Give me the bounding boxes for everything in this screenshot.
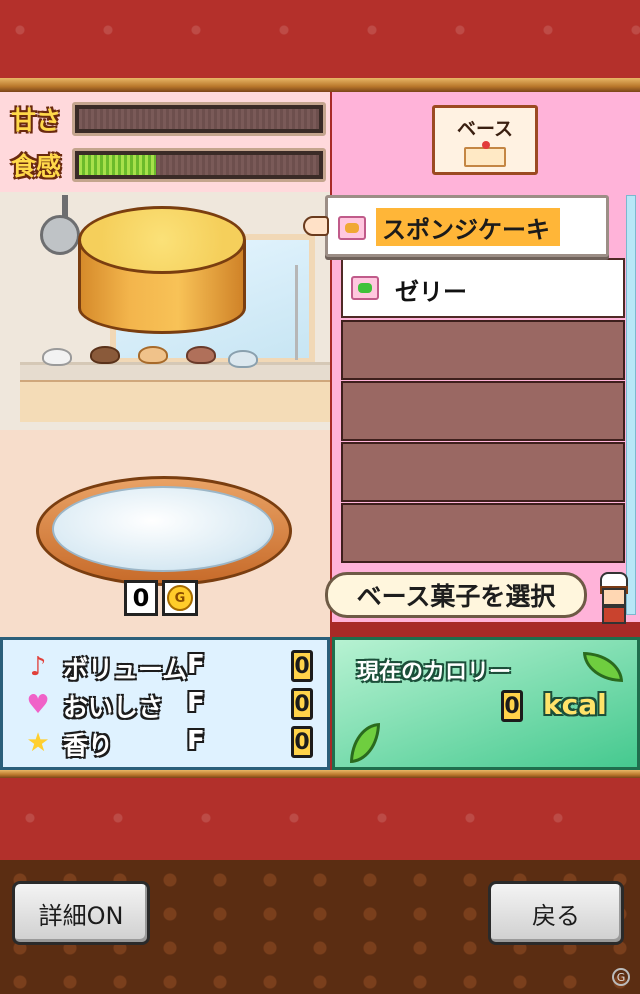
dessert-rack [295,265,336,360]
sweetness-label: 甘さ [10,106,61,135]
list-item-jelly[interactable]: ゼリー [341,258,625,318]
counter-dish-icon [186,346,216,364]
stat-grade: F [187,650,205,680]
details-toggle-button[interactable]: 詳細ON [12,881,150,945]
bottom-curtain [0,778,640,860]
stat-value: 0 [291,726,313,758]
counter-dish-icon [90,346,120,364]
serving-plate-center [52,486,274,572]
stat-value: 0 [291,688,313,720]
stat-grade: F [187,726,205,756]
list-scrollbar[interactable] [626,195,636,615]
sponge-cake-preview [78,206,246,336]
hint-bubble: ベース菓子を選択 [325,572,587,618]
sponge-cake-icon [338,216,366,240]
stat-value: 0 [291,650,313,682]
cake-icon [460,141,510,167]
watermark-logo-icon: G [612,968,630,986]
leaf-icon [350,723,380,763]
top-gold-trim [0,78,640,92]
selected-item-label: スポンジケーキ [376,208,560,246]
list-item-label: ゼリー [395,278,467,306]
jelly-icon [351,276,379,300]
stat-row-aroma: ★ 香り F 0 [19,726,319,762]
list-item-empty [341,503,625,563]
selected-item-sponge-cake[interactable]: スポンジケーキ [325,195,609,257]
base-category-button[interactable]: ベース [432,105,538,175]
stat-name: 香り [63,731,114,760]
counter-dish-icon [42,348,72,366]
price-value: 0 [124,580,158,616]
stat-name: おいしさ [63,693,164,722]
texture-gauge-fill [79,155,156,175]
price-currency-box: G [162,580,198,616]
stat-row-taste: ♥ おいしさ F 0 [19,688,319,724]
chef-icon [596,572,632,624]
kitchen-cabinet [20,380,330,422]
calorie-value: 0 [501,690,523,722]
stat-grade: F [187,688,205,718]
texture-label: 食感 [10,152,61,181]
list-item-empty [341,442,625,502]
top-curtain [0,0,640,78]
heart-icon: ♥ [26,690,50,720]
music-note-icon: ♪ [29,652,47,682]
counter-dish-icon [138,346,168,364]
calorie-panel: 現在のカロリー 0 kcal [332,637,640,770]
gold-coin-icon: G [167,585,193,611]
stats-panel: ♪ ボリューム F 0 ♥ おいしさ F 0 ★ 香り F 0 [0,637,330,770]
star-icon: ★ [26,728,50,758]
leaf-icon [583,652,623,682]
stat-name: ボリューム [63,655,188,684]
calorie-title: 現在のカロリー [357,660,512,685]
stat-row-volume: ♪ ボリューム F 0 [19,650,319,686]
pointer-hand-icon [303,216,329,236]
bottom-gold-trim [0,770,640,778]
list-item-empty [341,381,625,441]
calorie-unit: kcal [543,688,607,721]
counter-bowl-icon [228,350,258,368]
hanging-pan-icon [40,215,80,255]
back-button[interactable]: 戻る [488,881,624,945]
texture-gauge [72,148,326,182]
list-item-empty [341,320,625,380]
base-category-label: ベース [456,118,514,140]
sweetness-gauge [72,102,326,136]
